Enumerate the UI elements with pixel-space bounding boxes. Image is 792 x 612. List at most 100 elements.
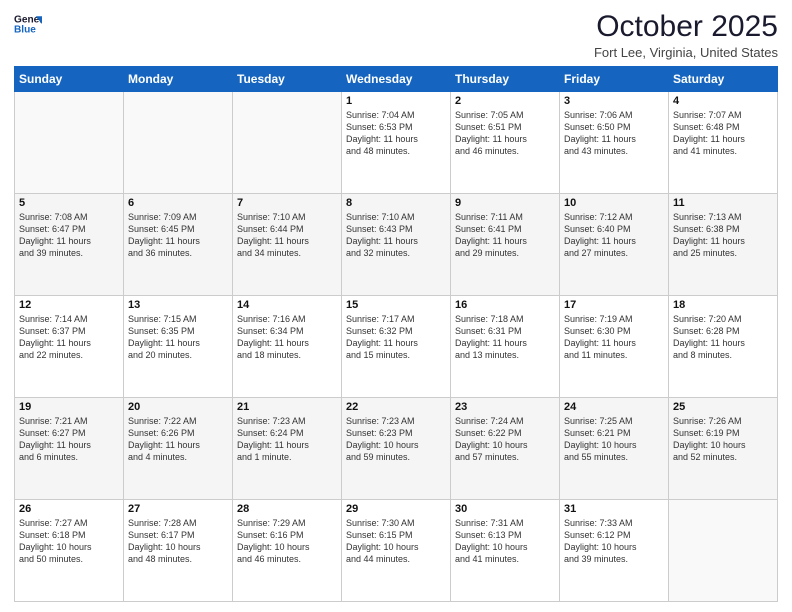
day-number: 28 [237,503,337,515]
day-info: Sunrise: 7:33 AM Sunset: 6:12 PM Dayligh… [564,517,664,566]
day-info: Sunrise: 7:11 AM Sunset: 6:41 PM Dayligh… [455,211,555,260]
header: General Blue October 2025 Fort Lee, Virg… [14,10,778,60]
calendar-cell: 30 Sunrise: 7:31 AM Sunset: 6:13 PM Dayli… [451,500,560,602]
day-info: Sunrise: 7:14 AM Sunset: 6:37 PM Dayligh… [19,313,119,362]
day-number: 3 [564,95,664,107]
calendar-header-row: Sunday Monday Tuesday Wednesday Thursday… [15,67,778,92]
day-info: Sunrise: 7:04 AM Sunset: 6:53 PM Dayligh… [346,109,446,158]
day-info: Sunrise: 7:08 AM Sunset: 6:47 PM Dayligh… [19,211,119,260]
day-info: Sunrise: 7:25 AM Sunset: 6:21 PM Dayligh… [564,415,664,464]
day-info: Sunrise: 7:10 AM Sunset: 6:44 PM Dayligh… [237,211,337,260]
day-info: Sunrise: 7:09 AM Sunset: 6:45 PM Dayligh… [128,211,228,260]
day-number: 9 [455,197,555,209]
day-info: Sunrise: 7:24 AM Sunset: 6:22 PM Dayligh… [455,415,555,464]
day-info: Sunrise: 7:05 AM Sunset: 6:51 PM Dayligh… [455,109,555,158]
day-info: Sunrise: 7:17 AM Sunset: 6:32 PM Dayligh… [346,313,446,362]
col-tuesday: Tuesday [233,67,342,92]
day-number: 19 [19,401,119,413]
day-info: Sunrise: 7:23 AM Sunset: 6:24 PM Dayligh… [237,415,337,464]
day-number: 25 [673,401,773,413]
day-number: 14 [237,299,337,311]
svg-text:Blue: Blue [14,25,36,36]
calendar-cell: 7 Sunrise: 7:10 AM Sunset: 6:44 PM Daylig… [233,194,342,296]
day-number: 30 [455,503,555,515]
day-info: Sunrise: 7:12 AM Sunset: 6:40 PM Dayligh… [564,211,664,260]
calendar-cell: 27 Sunrise: 7:28 AM Sunset: 6:17 PM Dayli… [124,500,233,602]
calendar-cell: 4 Sunrise: 7:07 AM Sunset: 6:48 PM Daylig… [669,92,778,194]
day-number: 24 [564,401,664,413]
day-info: Sunrise: 7:06 AM Sunset: 6:50 PM Dayligh… [564,109,664,158]
day-number: 31 [564,503,664,515]
calendar-cell: 25 Sunrise: 7:26 AM Sunset: 6:19 PM Dayli… [669,398,778,500]
calendar-cell: 10Sunrise: 7:12 AM Sunset: 6:40 PM Dayli… [560,194,669,296]
day-info: Sunrise: 7:13 AM Sunset: 6:38 PM Dayligh… [673,211,773,260]
calendar-cell: 16 Sunrise: 7:18 AM Sunset: 6:31 PM Dayli… [451,296,560,398]
calendar-cell: 23 Sunrise: 7:24 AM Sunset: 6:22 PM Dayli… [451,398,560,500]
day-info: Sunrise: 7:26 AM Sunset: 6:19 PM Dayligh… [673,415,773,464]
calendar-cell: 8Sunrise: 7:10 AM Sunset: 6:43 PM Daylig… [342,194,451,296]
calendar-cell: 21Sunrise: 7:23 AM Sunset: 6:24 PM Dayli… [233,398,342,500]
calendar-cell: 18 Sunrise: 7:20 AM Sunset: 6:28 PM Dayli… [669,296,778,398]
col-monday: Monday [124,67,233,92]
page: General Blue October 2025 Fort Lee, Virg… [0,0,792,612]
day-number: 20 [128,401,228,413]
day-number: 26 [19,503,119,515]
calendar-cell: 28 Sunrise: 7:29 AM Sunset: 6:16 PM Dayli… [233,500,342,602]
calendar-row-2: 5Sunrise: 7:08 AM Sunset: 6:47 PM Daylig… [15,194,778,296]
day-number: 16 [455,299,555,311]
day-number: 2 [455,95,555,107]
calendar-cell: 20 Sunrise: 7:22 AM Sunset: 6:26 PM Dayli… [124,398,233,500]
calendar-cell: 12Sunrise: 7:14 AM Sunset: 6:37 PM Dayli… [15,296,124,398]
col-saturday: Saturday [669,67,778,92]
calendar-cell: 24 Sunrise: 7:25 AM Sunset: 6:21 PM Dayli… [560,398,669,500]
day-number: 15 [346,299,446,311]
day-info: Sunrise: 7:22 AM Sunset: 6:26 PM Dayligh… [128,415,228,464]
calendar-row-1: 1Sunrise: 7:04 AM Sunset: 6:53 PM Daylig… [15,92,778,194]
day-info: Sunrise: 7:27 AM Sunset: 6:18 PM Dayligh… [19,517,119,566]
day-info: Sunrise: 7:15 AM Sunset: 6:35 PM Dayligh… [128,313,228,362]
month-title: October 2025 [594,10,778,43]
calendar-cell: 31 Sunrise: 7:33 AM Sunset: 6:12 PM Dayli… [560,500,669,602]
calendar-cell: 22 Sunrise: 7:23 AM Sunset: 6:23 PM Dayli… [342,398,451,500]
col-friday: Friday [560,67,669,92]
calendar-cell [124,92,233,194]
col-thursday: Thursday [451,67,560,92]
col-sunday: Sunday [15,67,124,92]
logo-icon: General Blue [14,10,42,38]
day-info: Sunrise: 7:29 AM Sunset: 6:16 PM Dayligh… [237,517,337,566]
day-number: 18 [673,299,773,311]
calendar-cell: 13Sunrise: 7:15 AM Sunset: 6:35 PM Dayli… [124,296,233,398]
day-info: Sunrise: 7:07 AM Sunset: 6:48 PM Dayligh… [673,109,773,158]
calendar-cell: 3 Sunrise: 7:06 AM Sunset: 6:50 PM Daylig… [560,92,669,194]
calendar-cell [233,92,342,194]
day-info: Sunrise: 7:30 AM Sunset: 6:15 PM Dayligh… [346,517,446,566]
calendar-cell: 9 Sunrise: 7:11 AM Sunset: 6:41 PM Daylig… [451,194,560,296]
day-number: 22 [346,401,446,413]
calendar-cell: 2 Sunrise: 7:05 AM Sunset: 6:51 PM Daylig… [451,92,560,194]
day-info: Sunrise: 7:20 AM Sunset: 6:28 PM Dayligh… [673,313,773,362]
calendar-cell: 17Sunrise: 7:19 AM Sunset: 6:30 PM Dayli… [560,296,669,398]
day-info: Sunrise: 7:18 AM Sunset: 6:31 PM Dayligh… [455,313,555,362]
title-block: October 2025 Fort Lee, Virginia, United … [594,10,778,60]
calendar-cell: 19 Sunrise: 7:21 AM Sunset: 6:27 PM Dayli… [15,398,124,500]
calendar-cell: 26 Sunrise: 7:27 AM Sunset: 6:18 PM Dayli… [15,500,124,602]
day-number: 27 [128,503,228,515]
day-number: 11 [673,197,773,209]
calendar-row-5: 26 Sunrise: 7:27 AM Sunset: 6:18 PM Dayli… [15,500,778,602]
calendar-cell: 29 Sunrise: 7:30 AM Sunset: 6:15 PM Dayli… [342,500,451,602]
day-number: 4 [673,95,773,107]
day-number: 8 [346,197,446,209]
day-info: Sunrise: 7:21 AM Sunset: 6:27 PM Dayligh… [19,415,119,464]
calendar-cell: 14Sunrise: 7:16 AM Sunset: 6:34 PM Dayli… [233,296,342,398]
day-info: Sunrise: 7:31 AM Sunset: 6:13 PM Dayligh… [455,517,555,566]
day-number: 29 [346,503,446,515]
day-info: Sunrise: 7:28 AM Sunset: 6:17 PM Dayligh… [128,517,228,566]
day-number: 23 [455,401,555,413]
day-number: 7 [237,197,337,209]
calendar-row-3: 12Sunrise: 7:14 AM Sunset: 6:37 PM Dayli… [15,296,778,398]
day-info: Sunrise: 7:19 AM Sunset: 6:30 PM Dayligh… [564,313,664,362]
calendar-row-4: 19 Sunrise: 7:21 AM Sunset: 6:27 PM Dayli… [15,398,778,500]
calendar-cell: 6Sunrise: 7:09 AM Sunset: 6:45 PM Daylig… [124,194,233,296]
day-info: Sunrise: 7:23 AM Sunset: 6:23 PM Dayligh… [346,415,446,464]
calendar-cell [669,500,778,602]
